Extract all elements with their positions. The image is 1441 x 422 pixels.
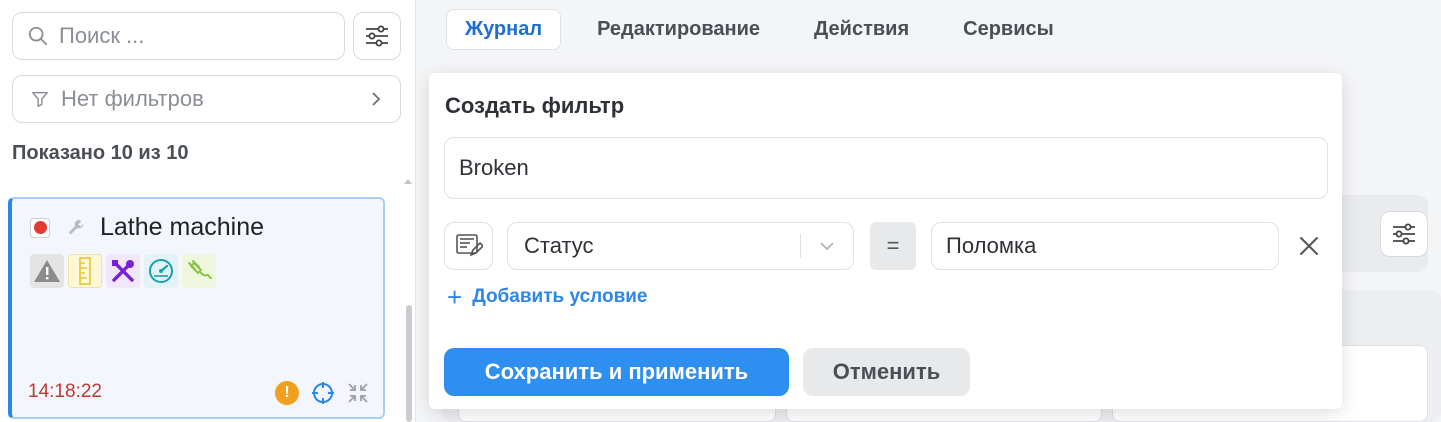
edit-list-icon bbox=[455, 234, 483, 257]
filters-selector[interactable]: Нет фильтров bbox=[12, 75, 401, 123]
tab-actions[interactable]: Действия bbox=[796, 10, 927, 49]
device-badges bbox=[30, 254, 216, 288]
device-name: Lathe machine bbox=[100, 213, 265, 241]
filters-label: Нет фильтров bbox=[61, 86, 204, 111]
plus-icon: + bbox=[447, 282, 463, 312]
condition-type-button[interactable] bbox=[444, 222, 493, 270]
collapse-icon[interactable] bbox=[347, 382, 369, 404]
filter-name-input[interactable] bbox=[444, 137, 1328, 199]
save-and-apply-button[interactable]: Сохранить и применить bbox=[444, 348, 789, 396]
filter-settings-button[interactable] bbox=[353, 12, 401, 60]
wrench-icon bbox=[66, 217, 88, 239]
field-select[interactable]: Статус bbox=[507, 222, 854, 270]
chevron-down-icon[interactable] bbox=[801, 241, 853, 251]
operator-button[interactable]: = bbox=[870, 222, 916, 270]
search-input[interactable] bbox=[59, 23, 329, 49]
sliders-icon bbox=[366, 25, 388, 47]
scroll-up-arrow-icon[interactable] bbox=[403, 176, 413, 186]
add-condition-link[interactable]: + Добавить условие bbox=[447, 284, 648, 310]
scrollbar-thumb[interactable] bbox=[406, 305, 412, 422]
remove-condition-button[interactable] bbox=[1293, 230, 1325, 262]
device-time: 14:18:22 bbox=[28, 381, 102, 402]
crosshair-icon[interactable] bbox=[311, 381, 335, 405]
ruler-icon bbox=[68, 254, 102, 288]
status-dot-red bbox=[33, 221, 47, 234]
sliders-icon bbox=[1393, 223, 1415, 245]
add-condition-label: Добавить условие bbox=[472, 286, 648, 307]
plug-icon bbox=[182, 254, 216, 288]
shown-count: Показано 10 из 10 bbox=[12, 142, 189, 164]
search-box[interactable] bbox=[12, 12, 345, 60]
alert-icon[interactable]: ! bbox=[275, 381, 299, 405]
card-actions: ! bbox=[275, 381, 369, 405]
tab-services[interactable]: Сервисы bbox=[945, 10, 1072, 49]
popup-title: Создать фильтр bbox=[445, 93, 625, 118]
device-header: Lathe machine bbox=[30, 213, 264, 242]
funnel-icon bbox=[32, 91, 48, 107]
table-settings-button[interactable] bbox=[1380, 211, 1428, 257]
gauge-icon bbox=[144, 254, 178, 288]
device-card[interactable]: Lathe machine 14:18:22 ! bbox=[8, 197, 385, 419]
tools-icon bbox=[106, 254, 140, 288]
condition-value-input[interactable] bbox=[931, 222, 1279, 270]
tab-journal[interactable]: Журнал bbox=[446, 9, 562, 50]
warning-icon bbox=[30, 254, 64, 288]
cancel-button[interactable]: Отменить bbox=[803, 348, 970, 396]
sidebar: Нет фильтров Показано 10 из 10 Lathe mac… bbox=[0, 0, 416, 422]
close-icon bbox=[1300, 237, 1318, 255]
chevron-right-icon bbox=[372, 92, 381, 106]
field-select-value: Статус bbox=[524, 233, 594, 258]
tab-editing[interactable]: Редактирование bbox=[579, 10, 778, 49]
tab-bar: Журнал Редактирование Действия Сервисы bbox=[446, 9, 1090, 50]
status-indicator bbox=[30, 217, 50, 238]
create-filter-popup: Создать фильтр Статус = + Добавить услов… bbox=[429, 73, 1342, 409]
search-icon bbox=[28, 26, 48, 46]
